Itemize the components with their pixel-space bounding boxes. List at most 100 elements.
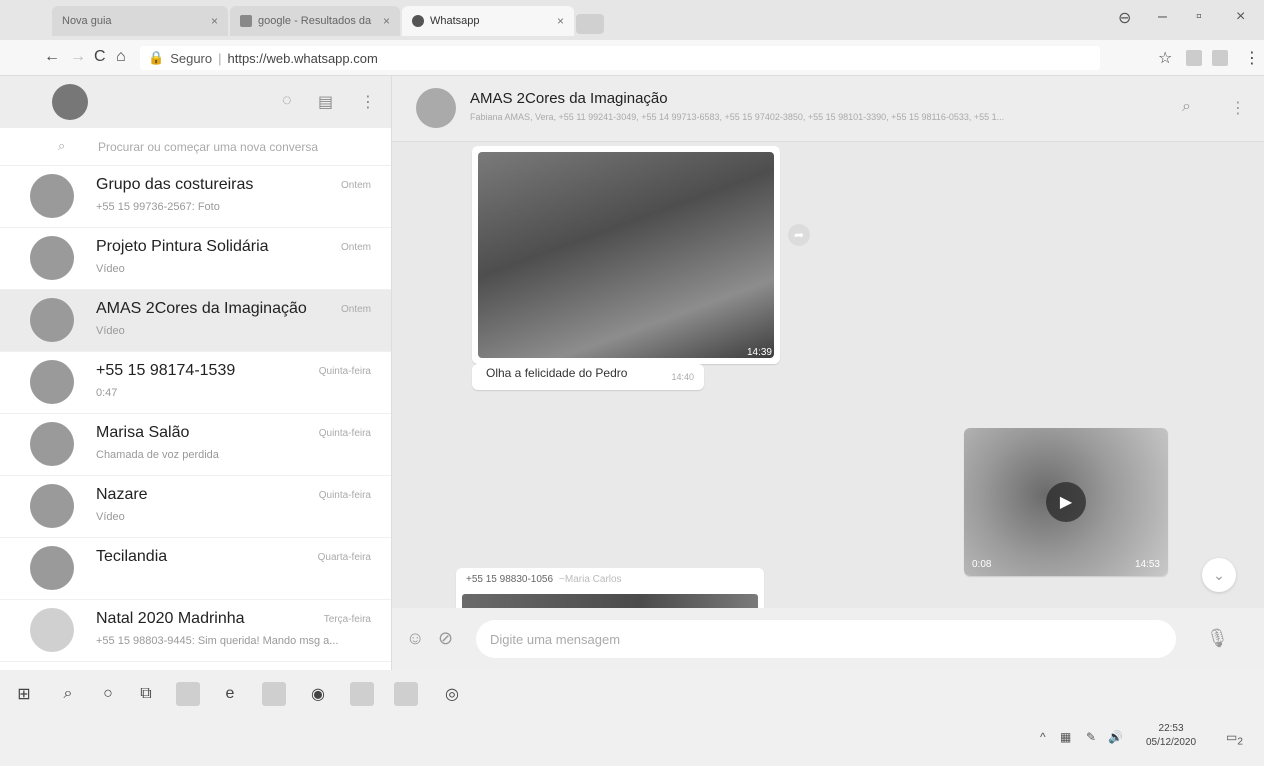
url-text: https://web.whatsapp.com xyxy=(227,50,378,66)
chat-name: Marisa Salão xyxy=(96,424,190,441)
chat-time: Quinta-feira xyxy=(318,366,371,377)
new-chat-icon[interactable]: ▤ xyxy=(318,92,333,112)
message-input[interactable] xyxy=(476,620,1176,658)
chat-name: +55 15 98174-1539 xyxy=(96,362,236,379)
chat-list-item[interactable]: Tecilandia Quarta-feira xyxy=(0,538,391,600)
sender-alias: ~Maria Carlos xyxy=(559,574,622,585)
back-arrow-icon[interactable]: ← xyxy=(44,48,60,66)
avatar xyxy=(30,484,74,528)
cortana-icon[interactable]: ○ xyxy=(96,682,120,706)
tab-whatsapp[interactable]: Whatsapp × xyxy=(402,6,574,36)
search-input[interactable] xyxy=(98,136,358,158)
edge-icon[interactable]: e xyxy=(218,682,242,706)
menu-icon[interactable]: ⋮ xyxy=(360,92,376,112)
whatsapp-app: ◌ ▤ ⋮ ⌕ Grupo das costureiras +55 15 997… xyxy=(0,76,1264,670)
browser-menu-icon[interactable]: ⋮ xyxy=(1244,48,1260,68)
tab-label: Nova guia xyxy=(62,15,112,27)
video-message[interactable]: ▶ 0:08 14:53 xyxy=(964,428,1168,576)
microphone-icon[interactable]: 🎙 xyxy=(1206,628,1229,649)
photo-thumbnail[interactable] xyxy=(462,594,758,608)
search-icon[interactable]: ⌕ xyxy=(1182,98,1191,116)
new-tab-button[interactable] xyxy=(576,14,604,34)
search-icon[interactable]: ⌕ xyxy=(56,682,80,706)
avatar xyxy=(30,422,74,466)
scroll-down-button[interactable]: ⌄ xyxy=(1202,558,1236,592)
chat-preview: Vídeo xyxy=(96,511,125,523)
notification-icon[interactable]: ▭2 xyxy=(1226,730,1243,747)
avatar xyxy=(30,360,74,404)
browser-tab-bar: Nova guia × google - Resultados da × Wha… xyxy=(0,0,1264,40)
mail-icon[interactable] xyxy=(176,682,200,706)
system-clock[interactable]: 22:53 05/12/2020 xyxy=(1146,722,1196,750)
photo-thumbnail[interactable] xyxy=(478,152,774,358)
chat-list-item[interactable]: AMAS 2Cores da Imaginação Vídeo Ontem xyxy=(0,290,391,352)
forward-arrow-icon[interactable]: → xyxy=(70,48,86,66)
chat-list-item[interactable]: Natal 2020 Madrinha +55 15 98803-9445: S… xyxy=(0,600,391,662)
menu-icon[interactable]: ⋮ xyxy=(1230,98,1246,118)
sidebar-header: ◌ ▤ ⋮ xyxy=(0,76,391,128)
play-icon[interactable]: ▶ xyxy=(1046,482,1086,522)
reload-icon[interactable]: C xyxy=(94,48,106,66)
chevron-up-icon[interactable]: ^ xyxy=(1040,730,1046,744)
close-tab-icon[interactable]: × xyxy=(211,14,218,28)
chat-time: Quarta-feira xyxy=(317,552,371,563)
chat-name: Projeto Pintura Solidária xyxy=(96,238,269,255)
video-duration: 0:08 xyxy=(972,559,992,570)
close-tab-icon[interactable]: × xyxy=(557,14,564,28)
tab-label: google - Resultados da xyxy=(258,15,372,27)
photo-message[interactable]: 14:39 xyxy=(472,146,780,364)
search-box: ⌕ xyxy=(0,128,391,166)
message-time: 14:40 xyxy=(671,372,694,382)
chat-list-item[interactable]: Marisa Salão Chamada de voz perdida Quin… xyxy=(0,414,391,476)
secure-label: Seguro xyxy=(170,50,213,66)
volume-icon[interactable]: 🔊 xyxy=(1108,730,1123,744)
chat-list-item[interactable]: Grupo das costureiras +55 15 99736-2567:… xyxy=(0,166,391,228)
tab-label: Whatsapp xyxy=(430,15,480,27)
pen-icon[interactable]: ✎ xyxy=(1086,730,1096,744)
avatar xyxy=(30,174,74,218)
file-explorer-icon[interactable] xyxy=(350,682,374,706)
chat-time: Quinta-feira xyxy=(318,490,371,501)
url-bar[interactable]: 🔒 Seguro | https://web.whatsapp.com xyxy=(140,46,1100,70)
tab-google[interactable]: google - Resultados da × xyxy=(230,6,400,36)
emoji-icon[interactable]: ☺ xyxy=(406,628,424,649)
chat-list-item[interactable]: Projeto Pintura Solidária Vídeo Ontem xyxy=(0,228,391,290)
chrome-icon[interactable]: ◉ xyxy=(306,682,330,706)
chat-preview: +55 15 98803-9445: Sim querida! Mando ms… xyxy=(96,635,339,647)
conversation-header[interactable]: AMAS 2Cores da Imaginação Fabiana AMAS, … xyxy=(392,76,1264,142)
chat-list-item[interactable]: +55 15 98174-1539 0:47 Quinta-feira xyxy=(0,352,391,414)
incoming-message[interactable]: +55 15 98830-1056 ~Maria Carlos xyxy=(456,568,764,608)
group-avatar[interactable] xyxy=(416,88,456,128)
extension-icon[interactable] xyxy=(1212,50,1228,66)
chat-time: Ontem xyxy=(340,304,371,315)
profile-icon[interactable]: ⊖ xyxy=(1118,8,1131,28)
chat-name: Nazare xyxy=(96,486,148,503)
attach-icon[interactable]: ⊘ xyxy=(438,628,453,649)
avatar[interactable] xyxy=(52,84,88,120)
network-icon[interactable]: ▦ xyxy=(1060,730,1071,744)
chat-name: AMAS 2Cores da Imaginação xyxy=(96,300,307,317)
status-icon[interactable]: ◌ xyxy=(282,92,292,110)
windows-start-icon[interactable]: ⊞ xyxy=(12,682,36,706)
maximize-button[interactable]: ▫ xyxy=(1196,8,1202,26)
app-icon[interactable]: ◎ xyxy=(440,682,464,706)
task-view-icon[interactable]: ⧉ xyxy=(134,682,158,706)
minimize-button[interactable]: – xyxy=(1158,8,1167,26)
avatar xyxy=(30,546,74,590)
close-window-button[interactable]: × xyxy=(1236,8,1245,26)
store-icon[interactable] xyxy=(394,682,418,706)
close-tab-icon[interactable]: × xyxy=(383,14,390,28)
home-icon[interactable]: ⌂ xyxy=(116,48,126,66)
avatar xyxy=(30,298,74,342)
chat-name: Tecilandia xyxy=(96,548,168,565)
search-icon: ⌕ xyxy=(58,138,66,153)
conversation-title: AMAS 2Cores da Imaginação xyxy=(470,90,668,107)
app-icon[interactable] xyxy=(262,682,286,706)
chat-list-item[interactable]: Nazare Vídeo Quinta-feira xyxy=(0,476,391,538)
message-text: Olha a felicidade do Pedro xyxy=(486,366,628,380)
extension-icon[interactable] xyxy=(1186,50,1202,66)
forward-icon[interactable]: ➦ xyxy=(788,224,810,246)
tab-nova-guia[interactable]: Nova guia × xyxy=(52,6,228,36)
bookmark-star-icon[interactable]: ☆ xyxy=(1158,48,1172,68)
message-time: 14:39 xyxy=(746,347,772,358)
